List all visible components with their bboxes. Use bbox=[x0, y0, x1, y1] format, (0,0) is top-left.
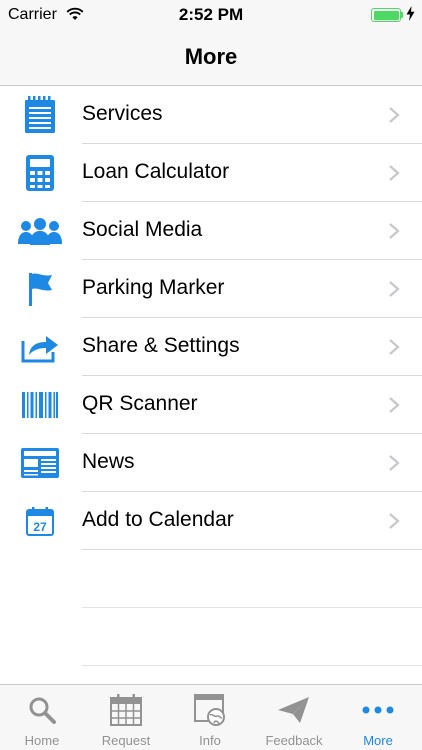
menu-item-label: Share & Settings bbox=[82, 334, 240, 357]
search-icon bbox=[21, 693, 63, 727]
chevron-right-icon bbox=[389, 455, 400, 471]
page-title: More bbox=[184, 44, 238, 69]
chevron-right-icon bbox=[389, 165, 400, 181]
menu-item-label: Add to Calendar bbox=[82, 508, 234, 531]
calendar-day-number: 27 bbox=[33, 520, 47, 534]
tab-info[interactable]: Info bbox=[168, 685, 252, 750]
battery-icon bbox=[371, 8, 401, 22]
menu-item-loan-calculator[interactable]: Loan Calculator bbox=[0, 144, 422, 202]
menu-item-share-settings[interactable]: Share & Settings bbox=[0, 318, 422, 376]
tab-label: Request bbox=[101, 733, 151, 748]
share-icon bbox=[18, 327, 62, 367]
menu-item-label: Parking Marker bbox=[82, 276, 225, 299]
charging-bolt-icon bbox=[406, 6, 415, 21]
more-dots-icon bbox=[357, 693, 399, 727]
menu-item-social-media[interactable]: Social Media bbox=[0, 202, 422, 260]
tab-label: More bbox=[363, 733, 393, 748]
navigation-bar: More bbox=[0, 30, 422, 86]
empty-row bbox=[0, 550, 422, 608]
menu-item-label: News bbox=[82, 450, 135, 473]
menu-item-label: Services bbox=[82, 102, 163, 125]
menu-item-add-to-calendar[interactable]: 27 Add to Calendar bbox=[0, 492, 422, 550]
browser-globe-icon bbox=[189, 693, 231, 727]
menu-item-services[interactable]: Services bbox=[0, 86, 422, 144]
calendar-grid-icon bbox=[105, 693, 147, 727]
tab-more[interactable]: More bbox=[336, 685, 420, 750]
battery-tip bbox=[401, 12, 403, 18]
tab-home[interactable]: Home bbox=[0, 685, 84, 750]
paper-plane-icon bbox=[273, 693, 315, 727]
menu-item-qr-scanner[interactable]: QR Scanner bbox=[0, 376, 422, 434]
chevron-right-icon bbox=[389, 281, 400, 297]
group-icon bbox=[18, 211, 62, 251]
tab-bar: Home Request Info Feedback More bbox=[0, 684, 422, 750]
menu-item-label: Social Media bbox=[82, 218, 203, 241]
more-menu-list: Services Loan Calculator Social Media Pa… bbox=[0, 86, 422, 666]
tab-label: Feedback bbox=[265, 733, 323, 748]
chevron-right-icon bbox=[389, 397, 400, 413]
tab-label: Info bbox=[199, 733, 221, 748]
barcode-icon bbox=[18, 385, 62, 425]
empty-row bbox=[0, 608, 422, 666]
tab-feedback[interactable]: Feedback bbox=[252, 685, 336, 750]
status-bar: Carrier 2:52 PM bbox=[0, 0, 422, 30]
newspaper-icon bbox=[18, 443, 62, 483]
menu-item-parking-marker[interactable]: Parking Marker bbox=[0, 260, 422, 318]
chevron-right-icon bbox=[389, 339, 400, 355]
chevron-right-icon bbox=[389, 107, 400, 123]
calendar-icon: 27 bbox=[18, 501, 62, 541]
menu-item-label: QR Scanner bbox=[82, 392, 198, 415]
menu-item-news[interactable]: News bbox=[0, 434, 422, 492]
tab-label: Home bbox=[24, 733, 60, 748]
notepad-icon bbox=[18, 95, 62, 135]
status-time: 2:52 PM bbox=[178, 5, 244, 24]
calculator-icon bbox=[18, 153, 62, 193]
flag-icon bbox=[18, 269, 62, 309]
menu-item-label: Loan Calculator bbox=[82, 160, 230, 183]
tab-request[interactable]: Request bbox=[84, 685, 168, 750]
chevron-right-icon bbox=[389, 223, 400, 239]
chevron-right-icon bbox=[389, 513, 400, 529]
